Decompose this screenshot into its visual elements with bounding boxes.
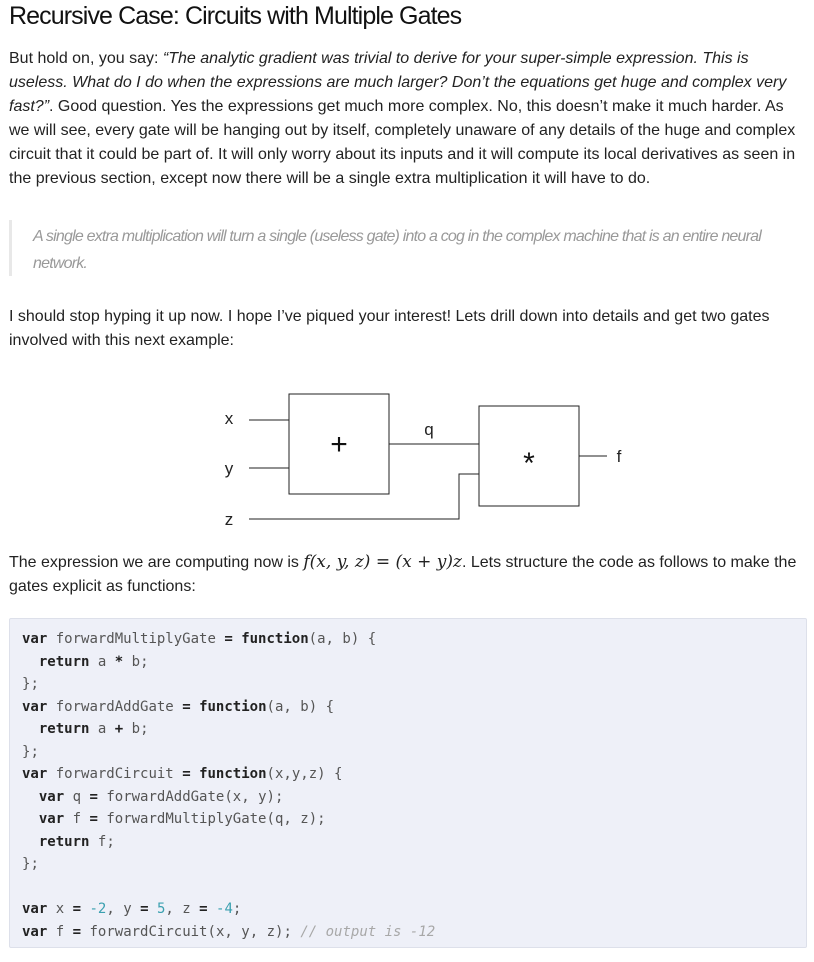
code-line: }; <box>22 676 39 692</box>
label-y: y <box>225 459 234 478</box>
multiply-gate-symbol: * <box>523 447 535 480</box>
code-line: var forwardMultiplyGate = function(a, b)… <box>22 631 377 647</box>
label-q: q <box>424 420 433 439</box>
code-line: return f; <box>38 833 115 850</box>
intro-rest: . Good question. Yes the expressions get… <box>9 98 796 187</box>
add-gate-symbol: + <box>330 428 348 461</box>
blockquote-text: A single extra multiplication will turn … <box>33 228 762 272</box>
circuit-diagram: x y z + q * f <box>225 393 622 529</box>
code-line: var q = forwardAddGate(x, y); <box>38 788 284 805</box>
code-line: var f = forwardMultiplyGate(q, z); <box>38 811 326 827</box>
blockquote: A single extra multiplication will turn … <box>9 220 808 276</box>
label-x: x <box>225 409 234 428</box>
expression-lead: The expression we are computing now is <box>9 554 304 571</box>
expression-paragraph: The expression we are computing now is f… <box>9 550 805 599</box>
code-line: }; <box>22 856 39 872</box>
label-z: z <box>225 510 234 529</box>
code-line: return a * b; <box>38 653 149 670</box>
code-line: }; <box>22 743 39 760</box>
code-line: var f = forwardCircuit(x, y, z); // outp… <box>22 923 436 940</box>
code-line: var x = -2, y = 5, z = -4; <box>22 901 242 917</box>
code-line: var forwardCircuit = function(x,y,z) { <box>22 766 343 782</box>
intro-paragraph: But hold on, you say: “The analytic grad… <box>9 47 805 191</box>
label-f: f <box>617 447 622 466</box>
intro-lead: But hold on, you say: <box>9 50 163 67</box>
section-heading: Recursive Case: Circuits with Multiple G… <box>9 2 462 30</box>
code-line: var forwardAddGate = function(a, b) { <box>22 698 334 715</box>
code-block: var forwardMultiplyGate = function(a, b)… <box>9 618 807 948</box>
expression-formula: f(x, y, z) = (x + y)z <box>303 552 462 572</box>
wire-z <box>249 473 479 520</box>
hype-paragraph: I should stop hyping it up now. I hope I… <box>9 308 770 349</box>
code-line: return a + b; <box>38 721 149 737</box>
